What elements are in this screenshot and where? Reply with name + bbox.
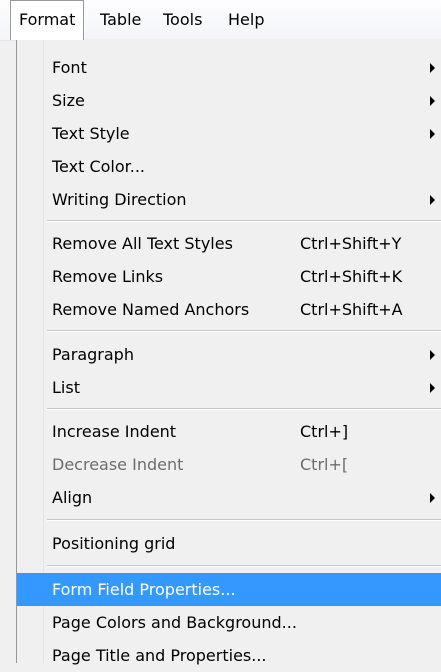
submenu-arrow-icon (430, 493, 435, 503)
menu-item-positioning-grid[interactable]: Positioning grid (17, 527, 441, 560)
menu-separator (47, 330, 441, 332)
menu-item-label: Text Color... (52, 157, 146, 176)
menu-item-remove-links[interactable]: Remove Links Ctrl+Shift+K (17, 260, 441, 293)
menu-item-shortcut: Ctrl+Shift+Y (300, 234, 402, 253)
menu-tools[interactable]: Tools (155, 0, 210, 40)
menu-item-text-style[interactable]: Text Style (17, 117, 441, 150)
submenu-arrow-icon (430, 383, 435, 393)
menu-item-increase-indent[interactable]: Increase Indent Ctrl+] (17, 415, 441, 448)
submenu-arrow-icon (430, 96, 435, 106)
menu-item-label: List (52, 378, 80, 397)
menu-separator (47, 519, 441, 521)
submenu-arrow-icon (430, 350, 435, 360)
menu-item-label: Remove Named Anchors (52, 300, 250, 319)
menu-item-label: Increase Indent (52, 422, 177, 441)
menu-item-align[interactable]: Align (17, 481, 441, 514)
menu-item-page-colors[interactable]: Page Colors and Background... (17, 606, 441, 639)
menu-item-page-title[interactable]: Page Title and Properties... (17, 639, 441, 672)
menu-separator (47, 565, 441, 567)
menu-separator (47, 408, 441, 410)
menu-item-font[interactable]: Font (17, 51, 441, 84)
menu-item-label: Remove Links (52, 267, 164, 286)
menu-item-size[interactable]: Size (17, 84, 441, 117)
menu-item-label: Size (52, 91, 85, 110)
menu-item-label: Page Title and Properties... (52, 646, 267, 665)
menu-item-label: Font (52, 58, 87, 77)
menu-item-label: Form Field Properties... (52, 580, 236, 599)
submenu-arrow-icon (430, 129, 435, 139)
menu-table[interactable]: Table (92, 0, 149, 40)
format-menu: Font Size Text Style Text Color... Writi… (16, 39, 441, 665)
menu-item-form-field-properties[interactable]: Form Field Properties... (17, 573, 441, 606)
submenu-arrow-icon (430, 63, 435, 73)
menu-help[interactable]: Help (220, 0, 272, 40)
menu-item-writing-direction[interactable]: Writing Direction (17, 183, 441, 216)
menu-item-shortcut: Ctrl+Shift+K (300, 267, 403, 286)
menu-item-label: Page Colors and Background... (52, 613, 297, 632)
menu-item-paragraph[interactable]: Paragraph (17, 338, 441, 371)
menu-separator (47, 220, 441, 222)
menu-item-label: Paragraph (52, 345, 134, 364)
menu-item-text-color[interactable]: Text Color... (17, 150, 441, 183)
menu-item-label: Text Style (52, 124, 130, 143)
menu-item-remove-all-text-styles[interactable]: Remove All Text Styles Ctrl+Shift+Y (17, 227, 441, 260)
submenu-arrow-icon (430, 195, 435, 205)
menu-format[interactable]: Format (10, 0, 85, 40)
menu-item-shortcut: Ctrl+Shift+A (300, 300, 403, 319)
menu-item-label: Writing Direction (52, 190, 187, 209)
menu-bar: Format Table Tools Help (0, 0, 441, 41)
menu-item-label: Remove All Text Styles (52, 234, 233, 253)
menu-item-list[interactable]: List (17, 371, 441, 404)
menu-item-remove-named-anchors[interactable]: Remove Named Anchors Ctrl+Shift+A (17, 293, 441, 326)
menu-item-label: Positioning grid (52, 534, 176, 553)
menu-item-shortcut: Ctrl+] (300, 422, 349, 441)
menu-item-label: Decrease Indent (52, 455, 184, 474)
menu-item-label: Align (52, 488, 93, 507)
menu-item-shortcut: Ctrl+[ (300, 455, 349, 474)
menu-item-decrease-indent[interactable]: Decrease Indent Ctrl+[ (17, 448, 441, 481)
